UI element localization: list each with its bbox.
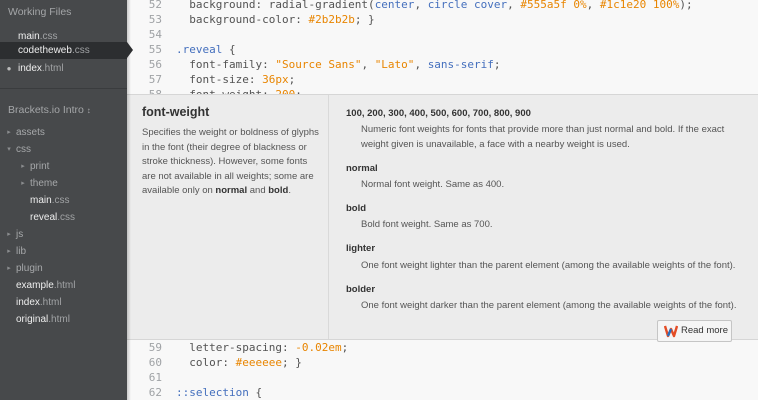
tree-folder-theme[interactable]: ▸ theme [0, 175, 127, 192]
working-files-title: Working Files [8, 6, 72, 18]
dirty-dot-icon: ● [6, 64, 12, 73]
chevron-right-icon: ▸ [21, 163, 25, 170]
working-file-label: index.html [18, 63, 64, 74]
code-line[interactable]: 56 font-family: "Source Sans", "Lato", s… [127, 57, 758, 72]
tree-folder-css[interactable]: ▾ css [0, 141, 127, 158]
code-line[interactable]: 59 letter-spacing: -0.02em; [127, 340, 758, 355]
selection-arrow [127, 42, 133, 58]
code-text: font-size: 36px; [176, 73, 296, 86]
code-text: background: radial-gradient(center, circ… [176, 0, 693, 11]
docs-value-name: lighter [346, 243, 376, 254]
sidebar-shadow [127, 0, 131, 400]
tree-file-label: index.html [16, 297, 62, 308]
docs-property-description: Specifies the weight or boldness of glyp… [142, 127, 319, 196]
webplatform-logo-icon [664, 325, 678, 338]
code-text: ::selection { [176, 386, 263, 399]
docs-value-description: One font weight lighter than the parent … [361, 260, 736, 271]
docs-value-name: bold [346, 203, 367, 214]
docs-value-name: bolder [346, 284, 376, 295]
docs-property-name: font-weight [142, 105, 210, 119]
chevron-right-icon: ▸ [7, 265, 11, 272]
line-number: 61 [148, 371, 162, 384]
project-dropdown-icon: ↕ [86, 106, 91, 115]
line-number: 52 [148, 0, 162, 11]
chevron-right-icon: ▸ [7, 248, 11, 255]
sidebar: Working Files main.css codetheweb.css ● … [0, 0, 127, 400]
tree-folder-plugin[interactable]: ▸ plugin [0, 260, 127, 277]
code-line[interactable]: 53 background-color: #2b2b2b; } [127, 12, 758, 27]
chevron-right-icon: ▸ [7, 231, 11, 238]
tree-file-label: example.html [16, 280, 76, 291]
line-number: 53 [148, 13, 162, 26]
code-line[interactable]: 55 .reveal { [127, 42, 758, 57]
docs-summary: font-weight Specifies the weight or bold… [127, 95, 329, 339]
tree-folder-print[interactable]: ▸ print [0, 158, 127, 175]
line-number: 57 [148, 73, 162, 86]
docs-value-name: 100, 200, 300, 400, 500, 600, 700, 800, … [346, 108, 531, 119]
quick-docs-panel: font-weight Specifies the weight or bold… [127, 94, 758, 342]
code-line[interactable]: 57 font-size: 36px; [127, 72, 758, 87]
code-text: .reveal { [176, 43, 236, 56]
chevron-down-icon: ▾ [7, 146, 11, 153]
docs-values: 100, 200, 300, 400, 500, 600, 700, 800, … [346, 95, 746, 339]
docs-value-description: Bold font weight. Same as 700. [361, 219, 493, 230]
code-text: font-family: "Source Sans", "Lato", sans… [176, 58, 501, 71]
working-file-label: codetheweb.css [18, 45, 90, 56]
tree-file-reveal-css[interactable]: reveal.css [0, 209, 127, 226]
tree-folder-js[interactable]: ▸ js [0, 226, 127, 243]
line-number: 60 [148, 356, 162, 369]
project-title[interactable]: Brackets.io Intro ↕ [8, 104, 91, 116]
sidebar-divider [0, 88, 127, 89]
docs-value-name: normal [346, 163, 378, 174]
code-text: letter-spacing: -0.02em; [176, 341, 349, 354]
docs-value-description: Normal font weight. Same as 400. [361, 179, 505, 190]
tree-folder-assets[interactable]: ▸ assets [0, 124, 127, 141]
chevron-right-icon: ▸ [7, 129, 11, 136]
line-number: 54 [148, 28, 162, 41]
read-more-label: Read more [681, 325, 728, 336]
line-number: 56 [148, 58, 162, 71]
tree-file-example-html[interactable]: example.html [0, 277, 127, 294]
docs-value-description: Numeric font weights for fonts that prov… [361, 124, 725, 150]
code-line[interactable]: 61 [127, 370, 758, 385]
code-text: background-color: #2b2b2b; } [176, 13, 375, 26]
tree-file-label: main.css [30, 195, 70, 206]
code-text: color: #eeeeee; } [176, 356, 302, 369]
tree-file-label: original.html [16, 314, 70, 325]
code-line[interactable]: 60 color: #eeeeee; } [127, 355, 758, 370]
line-number: 59 [148, 341, 162, 354]
code-line[interactable]: 52 background: radial-gradient(center, c… [127, 0, 758, 12]
chevron-right-icon: ▸ [21, 180, 25, 187]
tree-file-original-html[interactable]: original.html [0, 311, 127, 328]
line-number: 62 [148, 386, 162, 399]
tree-file-main-css[interactable]: main.css [0, 192, 127, 209]
working-file-item[interactable]: ● index.html [0, 60, 127, 77]
tree-folder-lib[interactable]: ▸ lib [0, 243, 127, 260]
tree-file-label: reveal.css [30, 212, 76, 223]
working-file-item-selected[interactable]: codetheweb.css [0, 42, 127, 59]
tree-file-index-html[interactable]: index.html [0, 294, 127, 311]
docs-value-description: One font weight darker than the parent e… [361, 300, 737, 311]
code-line[interactable]: 54 [127, 27, 758, 42]
code-line[interactable]: 62::selection { [127, 385, 758, 400]
read-more-button[interactable]: Read more [657, 320, 732, 342]
